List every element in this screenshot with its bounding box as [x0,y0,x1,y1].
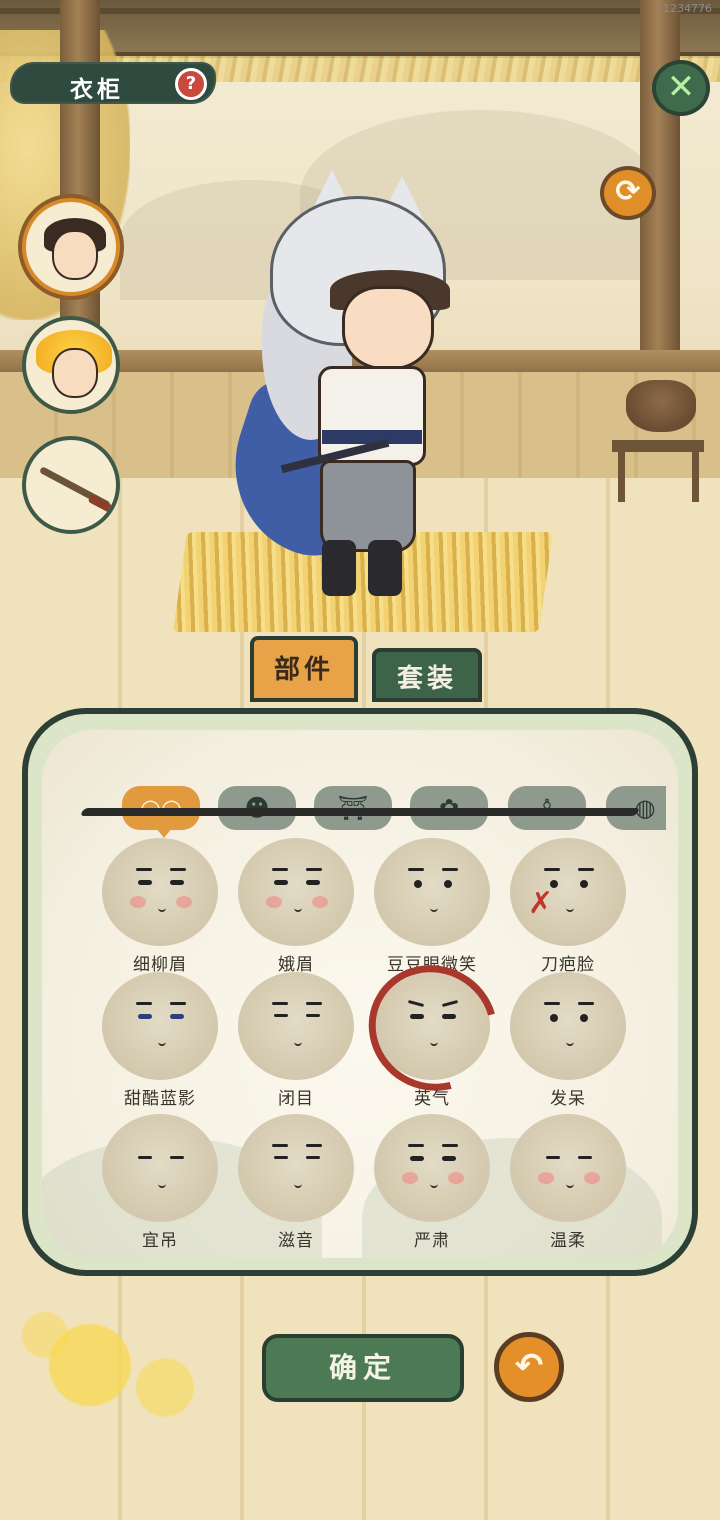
selection-ring [374,972,490,1080]
rotate-icon[interactable]: ⟳ [600,166,656,220]
face-option-label: 滋音 [278,1231,314,1251]
clay-pot [626,380,696,432]
face-option[interactable]: 滋音 [226,1114,366,1254]
character-portrait [52,348,98,398]
build-id: 1234776 [663,2,712,15]
face-option-label: 发呆 [550,1089,586,1109]
face-option[interactable]: 宜吊 [90,1114,230,1254]
confirm-button[interactable]: 确定 [262,1334,464,1402]
face-option-label: 宜吊 [142,1231,178,1251]
scar-icon: ✗ [528,886,554,921]
face-option-label: 英气 [414,1089,450,1109]
face-option-label: 温柔 [550,1231,586,1251]
face-option[interactable]: 甜酷蓝影 [90,972,230,1112]
face-option[interactable]: 细柳眉 [90,838,230,978]
face-option[interactable]: 豆豆眼微笑 [362,838,502,978]
avatar-slot-sword-weapon[interactable] [22,436,120,534]
face-option[interactable]: 严肃 [362,1114,502,1254]
stool [612,440,704,452]
face-option[interactable]: 闭目 [226,972,366,1112]
close-icon[interactable]: ✕ [652,60,710,116]
face-option-label: 严肃 [414,1231,450,1251]
face-option[interactable]: 发呆 [498,972,638,1112]
page-title: 衣柜 [70,76,124,103]
undo-icon[interactable]: ↶ [494,1332,564,1402]
fallen-leaves [0,1290,300,1440]
title-banner: 衣柜 ? [10,62,216,104]
help-icon[interactable]: ? [175,68,207,100]
face-option-selected[interactable]: 英气 [362,972,502,1112]
tab-parts[interactable]: 部件 [250,636,358,702]
face-option-label: 甜酷蓝影 [124,1089,196,1109]
character-face [342,286,434,370]
face-option-label: 闭目 [278,1089,314,1109]
active-pointer [156,828,172,838]
avatar-slot-dark-haired-character[interactable] [22,198,120,296]
brush-divider [79,808,641,816]
tab-sets[interactable]: 套装 [372,648,482,702]
character-portrait [52,230,98,280]
face-option[interactable]: 娥眉 [226,838,366,978]
face-option[interactable]: 温柔 [498,1114,638,1254]
face-option[interactable]: ✗ 刀疤脸 [498,838,638,978]
avatar-slot-golden-haired-character[interactable] [22,316,120,414]
